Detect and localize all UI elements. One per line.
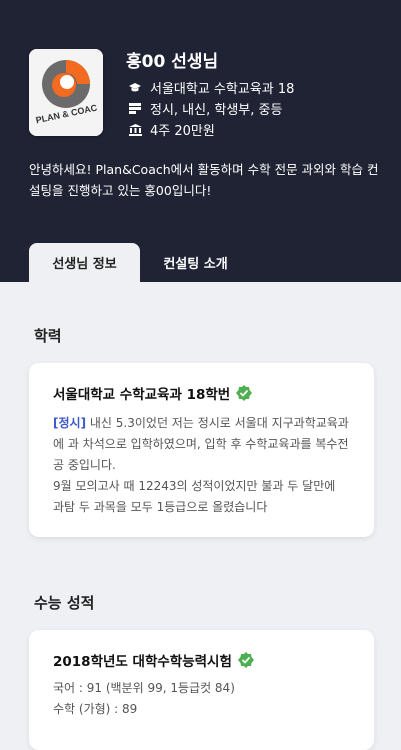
teacher-name: 홍00 선생님 <box>126 52 219 72</box>
csat-title-text: 2018학년도 대학수학능력시험 <box>53 654 232 670</box>
price-info: 4주 20만원 <box>126 120 215 139</box>
csat-card-title: 2018학년도 대학수학능력시험 <box>53 650 350 670</box>
list-icon <box>126 103 144 114</box>
education-line-1: 내신 5.3이었던 저는 정시로 서울대 지구과학교육과에 과 차석으로 입학하… <box>53 416 349 472</box>
education-card: 서울대학교 수학교육과 18학번 [정시] 내신 5.3이었던 저는 정시로 서… <box>29 363 374 537</box>
score-korean: 국어 : 91 (백분위 99, 1등급컷 84) <box>53 681 235 695</box>
teacher-profile-image: PLAN & COAC <box>29 49 103 136</box>
plan-coach-logo-icon: PLAN & COAC <box>29 49 103 136</box>
school-text: 서울대학교 수학교육과 18 <box>150 82 295 97</box>
tab-consulting-intro[interactable]: 컨설팅 소개 <box>140 243 251 282</box>
subjects-text: 정시, 내신, 학생부, 중등 <box>150 103 283 118</box>
teacher-profile-header: PLAN & COAC 홍00 선생님 서울대학교 수학교육과 18 정시, 내… <box>0 0 401 282</box>
subjects-info: 정시, 내신, 학생부, 중등 <box>126 99 282 118</box>
csat-card: 2018학년도 대학수학능력시험 국어 : 91 (백분위 99, 1등급컷 8… <box>29 630 374 750</box>
verified-check-icon <box>236 385 253 401</box>
profile-tabs: 선생님 정보 컨설팅 소개 <box>29 243 251 282</box>
education-description: [정시] 내신 5.3이었던 저는 정시로 서울대 지구과학교육과에 과 차석으… <box>53 413 350 518</box>
education-section-title: 학력 <box>34 327 62 345</box>
score-math: 수학 (가형) : 89 <box>53 702 138 716</box>
verified-check-icon <box>237 652 254 668</box>
education-card-title: 서울대학교 수학교육과 18학번 <box>53 383 350 403</box>
education-title-text: 서울대학교 수학교육과 18학번 <box>53 387 231 403</box>
education-line-2: 9월 모의고사 때 12243의 성적이었지만 불과 두 달만에 과탐 두 과목… <box>53 479 336 514</box>
csat-scores: 국어 : 91 (백분위 99, 1등급컷 84) 수학 (가형) : 89 <box>53 678 350 720</box>
teacher-intro: 안녕하세요! Plan&Coach에서 활동하며 수학 전문 과외와 학습 컨설… <box>29 162 379 198</box>
admission-type-tag: [정시] <box>53 416 87 430</box>
price-text: 4주 20만원 <box>150 124 215 139</box>
tab-teacher-info[interactable]: 선생님 정보 <box>29 243 140 282</box>
school-info: 서울대학교 수학교육과 18 <box>126 78 294 97</box>
csat-section-title: 수능 성적 <box>34 594 95 612</box>
graduation-cap-icon <box>126 82 144 94</box>
bank-icon <box>126 123 144 136</box>
